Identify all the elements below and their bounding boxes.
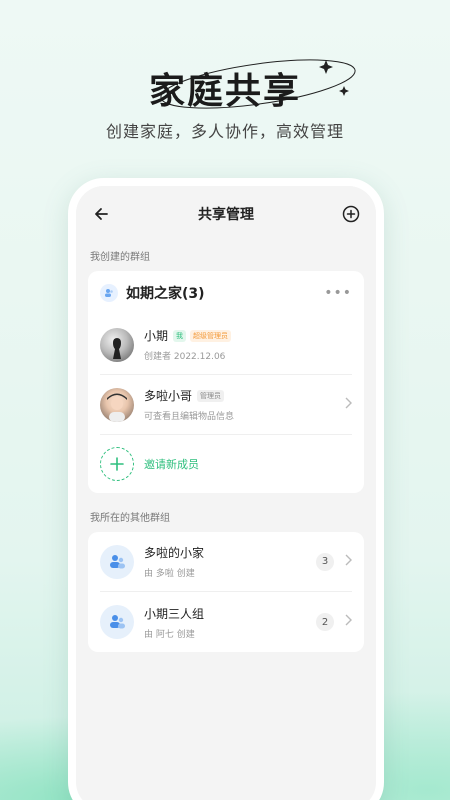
group-info: 小期三人组 由 阿七 创建 <box>144 605 316 640</box>
invite-member-button[interactable]: 邀请新成员 <box>100 435 352 493</box>
my-groups-label: 我创建的群组 <box>90 252 150 263</box>
member-row[interactable]: 小期 我 超级管理员 创建者 2022.12.06 <box>100 315 352 375</box>
other-groups-card: 多啦的小家 由 多啦 创建 3 小期三人组 由 阿七 创建 2 <box>88 532 364 652</box>
member-info: 小期 我 超级管理员 创建者 2022.12.06 <box>144 327 352 362</box>
chevron-right-icon <box>344 554 352 570</box>
member-info: 多啦小哥 管理员 可查看且编辑物品信息 <box>144 387 344 422</box>
group-avatar-icon <box>100 605 134 639</box>
admin-badge: 管理员 <box>197 389 225 402</box>
arrow-left-icon[interactable] <box>90 203 112 225</box>
avatar <box>100 327 134 362</box>
group-row[interactable]: 多啦的小家 由 多啦 创建 3 <box>100 532 352 592</box>
group-icon <box>100 284 118 302</box>
group-creator: 由 多啦 创建 <box>144 569 195 579</box>
phone-frame: 共享管理 我创建的群组 如期之家(3) ••• 小期 我 超级管理员 创建者 2… <box>68 178 384 800</box>
navbar: 共享管理 <box>76 186 376 242</box>
group-name: 如期之家(3) <box>126 286 205 302</box>
group-creator: 由 阿七 创建 <box>144 629 195 640</box>
member-name: 小期 <box>144 329 169 343</box>
group-row[interactable]: 小期三人组 由 阿七 创建 2 <box>100 592 352 652</box>
member-name: 多啦小哥 <box>144 389 193 403</box>
member-subtitle: 可查看且编辑物品信息 <box>144 412 235 422</box>
plus-icon <box>100 447 134 481</box>
my-group-card: 如期之家(3) ••• 小期 我 超级管理员 创建者 2022.12.06 多啦… <box>88 271 364 493</box>
plus-circle-icon[interactable] <box>340 203 362 225</box>
more-options-icon[interactable]: ••• <box>324 285 352 301</box>
invite-label: 邀请新成员 <box>144 458 199 471</box>
group-avatar-icon <box>100 544 134 579</box>
group-name: 小期三人组 <box>144 606 205 621</box>
chevron-right-icon <box>344 614 352 630</box>
group-header: 如期之家(3) ••• <box>100 271 352 315</box>
super-admin-badge: 超级管理员 <box>190 329 232 342</box>
member-count-badge: 2 <box>316 613 334 631</box>
chevron-right-icon <box>344 397 352 413</box>
group-name: 多啦的小家 <box>144 546 205 560</box>
member-subtitle: 创建者 2022.12.06 <box>144 352 226 362</box>
hero-title: 家庭共享 <box>148 71 301 112</box>
hero-subtitle: 创建家庭，多人协作，高效管理 <box>105 122 344 141</box>
group-info: 多啦的小家 由 多啦 创建 <box>144 544 316 579</box>
member-row[interactable]: 多啦小哥 管理员 可查看且编辑物品信息 <box>100 375 352 435</box>
me-badge: 我 <box>173 329 187 342</box>
app-screen: 共享管理 我创建的群组 如期之家(3) ••• 小期 我 超级管理员 创建者 2… <box>76 186 376 800</box>
avatar <box>100 387 134 422</box>
page-title: 共享管理 <box>198 207 254 223</box>
member-count-badge: 3 <box>316 552 334 571</box>
other-groups-label: 我所在的其他群组 <box>90 513 170 524</box>
